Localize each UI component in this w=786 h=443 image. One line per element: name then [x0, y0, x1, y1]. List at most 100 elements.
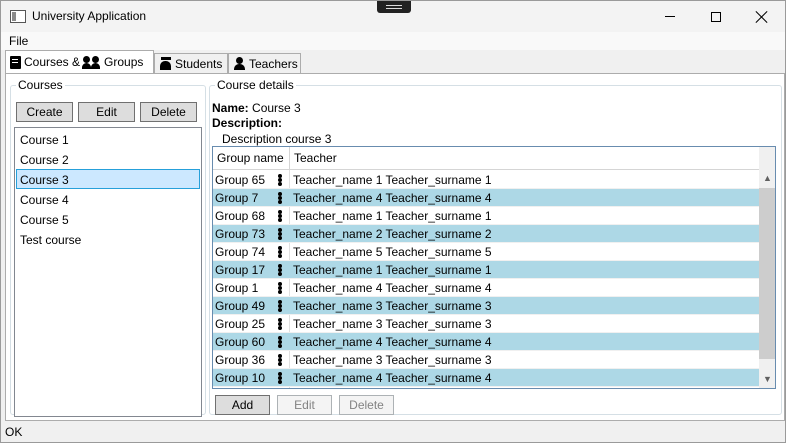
list-item[interactable]: Course 4 — [16, 189, 200, 209]
list-item[interactable]: Course 1 — [16, 129, 200, 149]
close-button[interactable] — [739, 1, 785, 32]
course-list[interactable]: Course 1 Course 2 Course 3 Course 4 Cour… — [14, 127, 202, 417]
group-name-cell: Group 17 — [215, 263, 266, 277]
name-label: Name: — [212, 101, 249, 115]
delete-course-button[interactable]: Delete — [140, 102, 197, 122]
title-bar[interactable]: University Application — [1, 1, 785, 32]
app-icon — [10, 10, 26, 23]
list-item-selected[interactable]: Course 3 — [16, 169, 200, 189]
course-details-legend: Course details — [217, 78, 294, 92]
group-name-cell: Group 49 — [215, 299, 266, 313]
teacher-cell: Teacher_name 3 Teacher_surname 3 — [293, 299, 492, 313]
tab-groups-label: Groups — [104, 55, 144, 69]
teacher-cell: Teacher_name 4 Teacher_surname 4 — [293, 335, 492, 349]
window-title: University Application — [32, 9, 147, 23]
column-header-group-name[interactable]: Group name — [213, 147, 290, 170]
table-row[interactable]: Group 1 Teacher_name 4 Teacher_surname 4 — [213, 279, 759, 297]
table-row[interactable]: Group 36 Teacher_name 3 Teacher_surname 3 — [213, 351, 759, 369]
teacher-cell: Teacher_name 1 Teacher_surname 1 — [293, 173, 492, 187]
minimize-button[interactable] — [647, 1, 693, 32]
list-item[interactable]: Test course — [16, 229, 200, 249]
table-row[interactable]: Group 7 Teacher_name 4 Teacher_surname 4 — [213, 189, 759, 207]
group-name-cell: Group 1 — [215, 281, 259, 295]
vertical-scrollbar[interactable]: ▲ ▼ — [759, 147, 775, 388]
delete-group-button[interactable]: Delete — [339, 395, 394, 415]
table-row[interactable]: Group 10 Teacher_name 4 Teacher_surname 4 — [213, 369, 759, 387]
list-item[interactable]: Course 5 — [16, 209, 200, 229]
student-icon — [159, 57, 172, 70]
courses-legend: Courses — [18, 78, 63, 92]
more-options-icon[interactable] — [278, 227, 282, 240]
minimize-icon — [665, 16, 675, 17]
table-row[interactable]: Group 74 Teacher_name 5 Teacher_surname 5 — [213, 243, 759, 261]
scroll-up-icon[interactable]: ▲ — [759, 170, 775, 187]
description-value: Description course 3 — [222, 132, 332, 146]
scroll-thumb[interactable] — [759, 188, 775, 359]
teacher-cell: Teacher_name 2 Teacher_surname 2 — [293, 227, 492, 241]
more-options-icon[interactable] — [278, 245, 282, 258]
group-name-cell: Group 65 — [215, 173, 266, 187]
group-name-cell: Group 25 — [215, 317, 266, 331]
tab-strip: Courses & Groups Students Teachers — [1, 50, 785, 73]
maximize-button[interactable] — [693, 1, 739, 32]
courses-groupbox: Courses Create Edit Delete Course 1 Cour… — [10, 78, 206, 417]
description-label: Description: — [212, 116, 283, 130]
group-name-cell: Group 74 — [215, 245, 266, 259]
column-header-teacher[interactable]: Teacher — [290, 147, 759, 170]
groups-grid[interactable]: Group name Teacher Group 65 Teacher_name … — [212, 146, 776, 389]
edit-group-button[interactable]: Edit — [277, 395, 332, 415]
table-row[interactable]: Group 73 Teacher_name 2 Teacher_surname 2 — [213, 225, 759, 243]
more-options-icon[interactable] — [278, 317, 282, 330]
table-row[interactable]: Group 17 Teacher_name 1 Teacher_surname 1 — [213, 261, 759, 279]
create-course-button[interactable]: Create — [16, 102, 73, 122]
maximize-icon — [711, 11, 721, 22]
menu-bar: File — [1, 32, 785, 50]
more-options-icon[interactable] — [278, 191, 282, 204]
tab-courses-label: Courses & — [24, 55, 81, 69]
tab-students[interactable]: Students — [154, 53, 228, 73]
course-details-groupbox: Course details Name: Course 3 Descriptio… — [209, 79, 782, 415]
more-options-icon[interactable] — [278, 299, 282, 312]
more-options-icon[interactable] — [278, 173, 282, 186]
table-row[interactable]: Group 60 Teacher_name 4 Teacher_surname 4 — [213, 333, 759, 351]
teacher-cell: Teacher_name 5 Teacher_surname 5 — [293, 245, 492, 259]
close-icon — [756, 11, 768, 23]
tab-courses-groups[interactable]: Courses & Groups — [5, 50, 154, 73]
group-icon — [82, 55, 101, 69]
teacher-cell: Teacher_name 4 Teacher_surname 4 — [293, 191, 492, 205]
more-options-icon[interactable] — [278, 263, 282, 276]
more-options-icon[interactable] — [278, 371, 282, 384]
teacher-cell: Teacher_name 1 Teacher_surname 1 — [293, 263, 492, 277]
more-options-icon[interactable] — [278, 209, 282, 222]
table-row[interactable]: Group 49 Teacher_name 3 Teacher_surname 3 — [213, 297, 759, 315]
tab-teachers[interactable]: Teachers — [228, 53, 301, 73]
table-row[interactable]: Group 25 Teacher_name 3 Teacher_surname 3 — [213, 315, 759, 333]
status-bar: OK — [1, 422, 785, 442]
table-row[interactable]: Group 65 Teacher_name 1 Teacher_surname 1 — [213, 171, 759, 189]
add-group-button[interactable]: Add — [215, 395, 270, 415]
menu-file[interactable]: File — [9, 34, 28, 48]
grid-rows: Group 65 Teacher_name 1 Teacher_surname 1… — [213, 171, 759, 387]
group-name-cell: Group 60 — [215, 335, 266, 349]
more-options-icon[interactable] — [278, 281, 282, 294]
teacher-cell: Teacher_name 4 Teacher_surname 4 — [293, 371, 492, 385]
app-window: University Application File Courses & Gr… — [0, 0, 786, 443]
more-options-icon[interactable] — [278, 335, 282, 348]
teacher-cell: Teacher_name 3 Teacher_surname 3 — [293, 353, 492, 367]
group-name-cell: Group 36 — [215, 353, 266, 367]
teacher-cell: Teacher_name 1 Teacher_surname 1 — [293, 209, 492, 223]
course-name-value: Course 3 — [252, 101, 301, 115]
scroll-down-icon[interactable]: ▼ — [759, 371, 775, 388]
tab-students-label: Students — [175, 56, 223, 71]
table-row[interactable]: Group 68 Teacher_name 1 Teacher_surname 1 — [213, 207, 759, 225]
grid-header: Group name Teacher — [213, 147, 759, 170]
teacher-icon — [233, 57, 246, 70]
status-text: OK — [5, 425, 23, 439]
more-options-icon[interactable] — [278, 353, 282, 366]
group-name-cell: Group 73 — [215, 227, 266, 241]
edit-course-button[interactable]: Edit — [78, 102, 135, 122]
snap-grip-icon[interactable] — [377, 1, 411, 13]
list-item[interactable]: Course 2 — [16, 149, 200, 169]
teacher-cell: Teacher_name 3 Teacher_surname 3 — [293, 317, 492, 331]
group-name-cell: Group 7 — [215, 191, 259, 205]
